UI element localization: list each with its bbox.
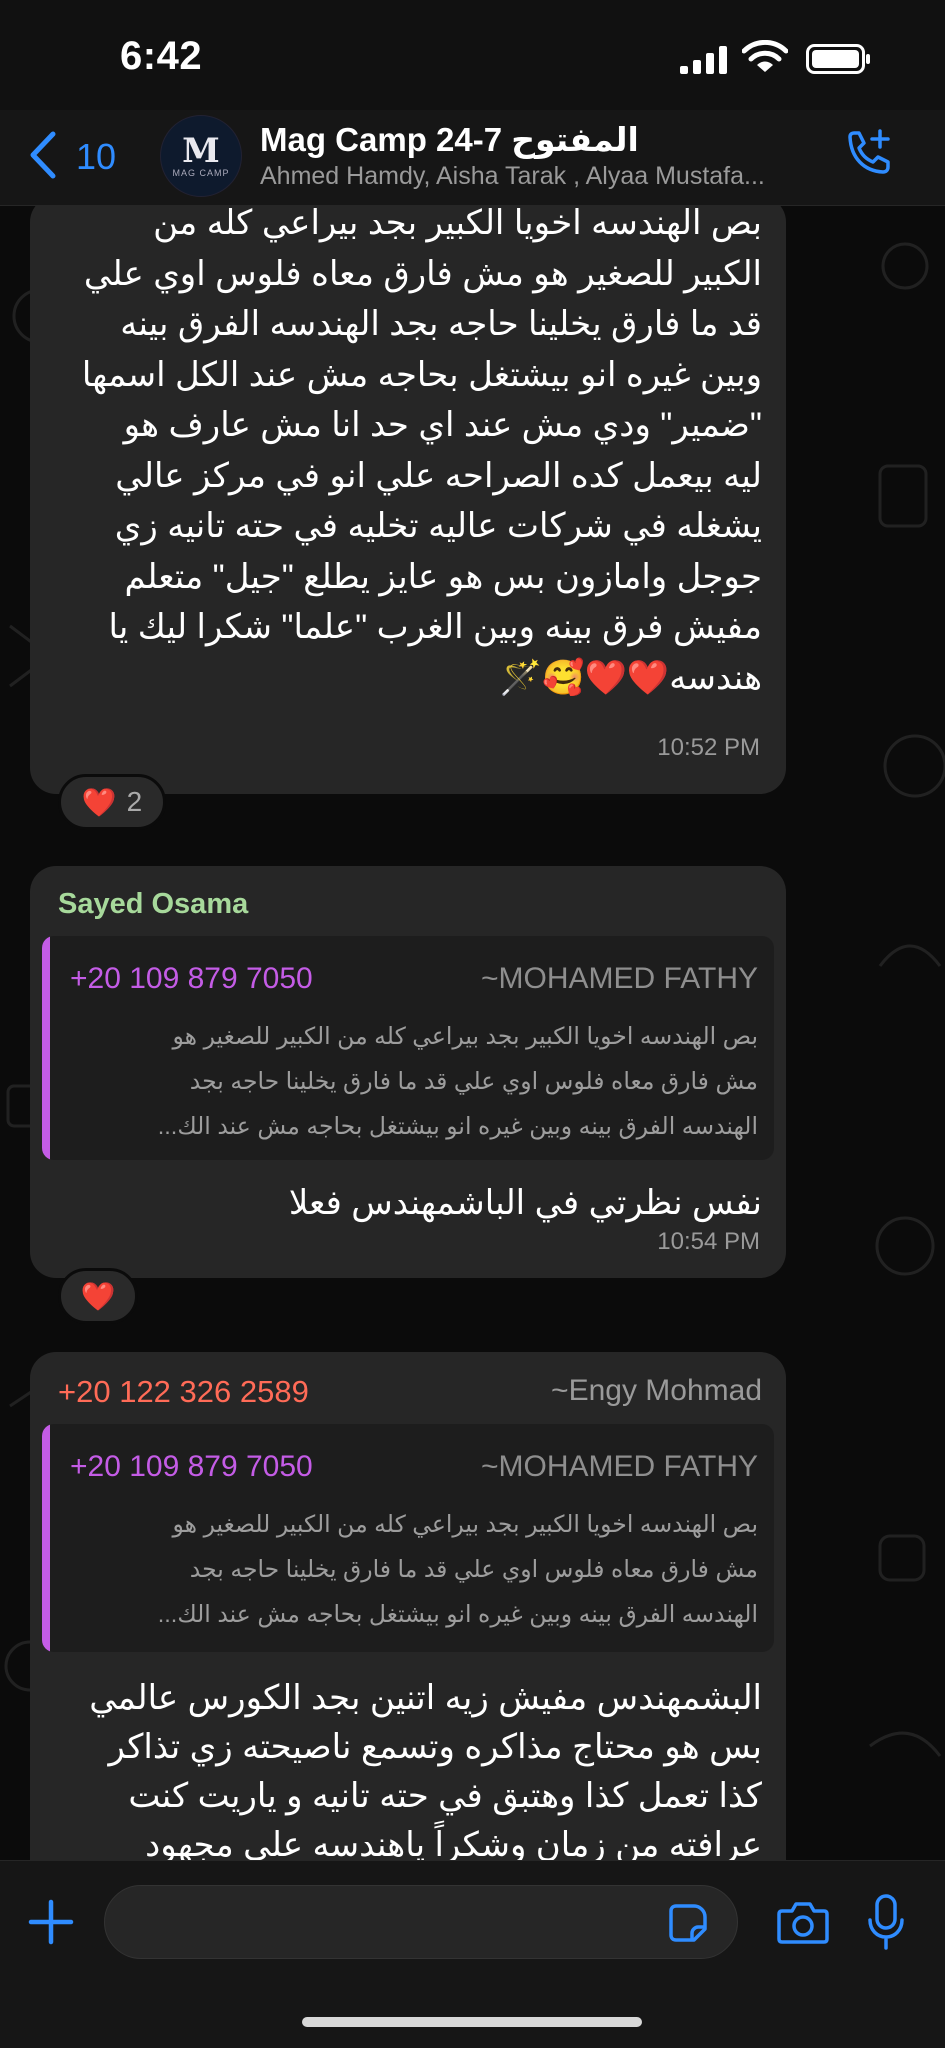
quote-author: ~MOHAMED FATHY xyxy=(481,1450,758,1483)
chat-header: 10 M MAG CAMP Mag Camp 24-7 المفتوح Ahme… xyxy=(0,110,945,206)
message-line: "ضمير" ودي مش عند اي حد انا مش عارف هو xyxy=(123,406,762,444)
quote-text: بص الهندسه اخويا الكبير بجد بيراعي كله م… xyxy=(64,1014,758,1149)
message-bubble-3[interactable]: +20 122 326 2589 ~Engy Mohmad +20 109 87… xyxy=(30,1352,786,1860)
message-line: وبين غيره انو بيشتغل بحاجه مش عند الكل ا… xyxy=(81,355,762,394)
quote-phone: +20 109 879 7050 xyxy=(70,1450,313,1483)
message-line: البشمهندس مفيش زيه اتنين بجد الكورس عالم… xyxy=(89,1679,762,1717)
message-line: قد ما فارق يخلينا حاجه بجد الهندسه الفرق… xyxy=(120,305,762,343)
avatar-caption: MAG CAMP xyxy=(172,168,230,178)
reaction-count: 2 xyxy=(126,786,143,817)
quoted-message[interactable]: +20 109 879 7050 ~MOHAMED FATHY بص الهند… xyxy=(42,1424,774,1652)
group-members[interactable]: Ahmed Hamdy, Aisha Tarak , Alyaa Mustafa… xyxy=(260,162,765,191)
message-line: هندسه❤️❤️🥰🪄 xyxy=(499,658,762,697)
message-text: البشمهندس مفيش زيه اتنين بجد الكورس عالم… xyxy=(50,1674,762,1860)
message-line: بص الهندسه اخويا الكبير بجد بيراعي كله م… xyxy=(153,206,762,242)
message-bubble-2[interactable]: Sayed Osama +20 109 879 7050 ~MOHAMED FA… xyxy=(30,866,786,1278)
quote-line: بص الهندسه اخويا الكبير بجد بيراعي كله م… xyxy=(172,1023,758,1049)
quote-line: مش فارق معاه فلوس اوي علي قد ما فارق يخل… xyxy=(189,1556,758,1582)
quoted-message[interactable]: +20 109 879 7050 ~MOHAMED FATHY بص الهند… xyxy=(42,936,774,1160)
plus-icon[interactable] xyxy=(26,1897,76,1947)
message-time: 10:54 PM xyxy=(657,1228,760,1255)
status-bar: 6:42 xyxy=(0,0,945,120)
message-bubble-1[interactable]: بص الهندسه اخويا الكبير بجد بيراعي كله م… xyxy=(30,206,786,794)
quote-line: الهندسه الفرق بينه وبين غيره انو بيشتغل … xyxy=(157,1113,758,1139)
group-avatar[interactable]: M MAG CAMP xyxy=(160,115,242,197)
message-line: كذا تعمل كذا وهتبق في حته تانيه و ياريت … xyxy=(128,1777,762,1815)
message-line: بس هو محتاج مذاكره وتسمع ناصيحته زي تذاك… xyxy=(108,1728,762,1766)
reaction-badge[interactable]: ❤️ xyxy=(58,1268,138,1324)
group-title[interactable]: Mag Camp 24-7 المفتوح xyxy=(260,120,639,159)
message-line: مفيش فرق بينه وبين الغرب "علما" شكرا ليك… xyxy=(108,608,762,646)
status-time: 6:42 xyxy=(120,34,203,78)
home-indicator xyxy=(302,2017,642,2027)
quote-line: الهندسه الفرق بينه وبين غيره انو بيشتغل … xyxy=(157,1601,758,1627)
message-text: نفس نظرتي في الباشمهندس فعلا xyxy=(288,1184,762,1222)
quote-line: مش فارق معاه فلوس اوي علي قد ما فارق يخل… xyxy=(189,1068,758,1094)
message-line: جوجل وامازون بس هو عايز يطلع "جيل" متعلم xyxy=(124,557,762,596)
add-call-icon[interactable] xyxy=(842,128,894,180)
sender-phone[interactable]: +20 122 326 2589 xyxy=(58,1374,309,1410)
quote-bar xyxy=(42,1424,50,1652)
heart-reaction-icon: ❤️ xyxy=(80,1280,116,1312)
avatar-letter: M xyxy=(182,131,220,171)
heart-reaction-icon: ❤️ xyxy=(81,786,117,818)
quote-bar xyxy=(42,936,50,1160)
quote-line: بص الهندسه اخويا الكبير بجد بيراعي كله م… xyxy=(172,1511,758,1537)
message-line: عرافته من زمان وشكراً ياهندسه على مجهود xyxy=(145,1826,762,1860)
quote-phone: +20 109 879 7050 xyxy=(70,962,313,995)
back-chevron-icon[interactable] xyxy=(26,130,60,180)
message-line: يشغله في شركات عاليه تخليه في حته تانيه … xyxy=(114,507,762,545)
composer-bar xyxy=(0,1860,945,2048)
sticker-icon[interactable] xyxy=(668,1903,708,1943)
message-text: بص الهندسه اخويا الكبير بجد بيراعي كله م… xyxy=(50,206,762,703)
battery-icon xyxy=(806,44,870,74)
message-time: 10:52 PM xyxy=(657,734,760,761)
quote-text: بص الهندسه اخويا الكبير بجد بيراعي كله م… xyxy=(64,1502,758,1637)
message-line: ليه بيعمل كده الصراحه علي انو في مركز عا… xyxy=(115,456,762,495)
signal-icon xyxy=(680,46,727,74)
camera-icon[interactable] xyxy=(776,1899,830,1945)
chat-area[interactable]: بص الهندسه اخويا الكبير بجد بيراعي كله م… xyxy=(0,206,945,1860)
unread-count[interactable]: 10 xyxy=(76,136,116,178)
quote-author: ~MOHAMED FATHY xyxy=(481,962,758,995)
reaction-badge[interactable]: ❤️ 2 xyxy=(58,774,166,830)
microphone-icon[interactable] xyxy=(866,1893,906,1951)
message-input[interactable] xyxy=(104,1885,738,1959)
sender-name[interactable]: ~Engy Mohmad xyxy=(551,1374,762,1408)
wifi-icon xyxy=(742,40,788,72)
message-line: الكبير للصغير هو مش فارق معاه فلوس اوي ع… xyxy=(83,254,762,293)
sender-name[interactable]: Sayed Osama xyxy=(58,888,248,921)
